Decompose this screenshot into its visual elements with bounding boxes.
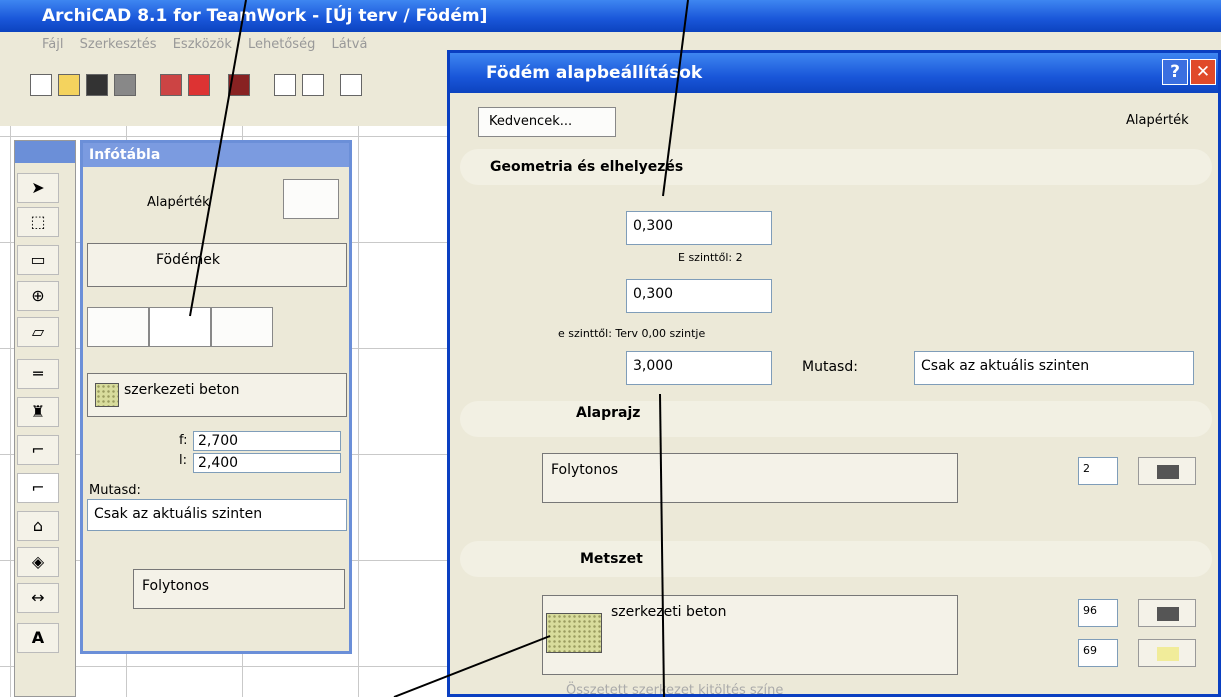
new-file-icon[interactable] [30, 74, 52, 96]
menu-options[interactable]: Lehetőség [248, 37, 315, 52]
section-title: Metszet [580, 551, 643, 567]
toolbox-panel: ➤ ⬚ ▭ ⊕ ▱ ═ ♜ ⌐ ⌐ ⌂ ◈ ↔ A [14, 140, 76, 697]
roof-tool-icon[interactable]: ⌂ [17, 511, 59, 541]
level-from-label: E szinttől: 2 [678, 251, 743, 264]
text-tool-icon[interactable]: A [17, 623, 59, 653]
default-label: Alapérték [1126, 113, 1189, 128]
geometry-title: Geometria és elhelyezés [490, 159, 684, 175]
show-select[interactable]: Csak az aktuális szinten [87, 499, 347, 531]
section-fill-swatch [546, 613, 602, 653]
section-fill-selector[interactable]: szerkezeti beton [542, 595, 958, 675]
rotated-rect-slab-button[interactable] [211, 307, 273, 347]
material-selector[interactable]: szerkezeti beton [87, 373, 347, 417]
show-select[interactable]: Csak az aktuális szinten [914, 351, 1194, 385]
cut-icon[interactable] [340, 74, 362, 96]
undo-icon[interactable] [274, 74, 296, 96]
slab-tool-icon[interactable]: ⌐ [17, 473, 59, 503]
render-icon[interactable] [160, 74, 182, 96]
show-label: Mutasd: [89, 483, 141, 498]
section-pen2-color-button[interactable] [1138, 639, 1196, 667]
menu-file[interactable]: Fájl [42, 37, 63, 52]
info-box-header: Infótábla [83, 143, 349, 167]
layer-selector[interactable]: Födémek [87, 243, 347, 287]
default-label: Alapérték [147, 195, 210, 210]
plan-title: Alaprajz [576, 405, 641, 421]
app-title: ArchiCAD 8.1 for TeamWork - [Új terv / F… [42, 6, 488, 26]
open-folder-icon[interactable] [58, 74, 80, 96]
default-row: Alapérték [87, 175, 347, 225]
rect-slab-button[interactable] [149, 307, 211, 347]
wall-tool-icon[interactable]: ▭ [17, 245, 59, 275]
show-label: Mutasd: [802, 359, 858, 375]
object-tool-icon[interactable]: ♜ [17, 397, 59, 427]
arrow-tool-icon[interactable]: ➤ [17, 173, 59, 203]
plan-line-selector[interactable]: Folytonos [542, 453, 958, 503]
section-pen1-field[interactable]: 96 [1078, 599, 1118, 627]
toolbox-header [15, 141, 75, 163]
dialog-title-bar: Födém alapbeállítások ? ✕ [450, 53, 1218, 93]
plan-pen-color-button[interactable] [1138, 457, 1196, 485]
redo-icon[interactable] [302, 74, 324, 96]
dimension-tool-icon[interactable]: ↔ [17, 583, 59, 613]
slab-settings-dialog: Födém alapbeállítások ? ✕ Kedvencek... A… [447, 50, 1221, 698]
offset-field[interactable]: 0,300 [626, 279, 772, 313]
print-icon[interactable] [114, 74, 136, 96]
material-swatch [95, 383, 119, 407]
thickness-field[interactable]: 0,300 [626, 211, 772, 245]
f-field[interactable]: 2,700 [193, 431, 341, 451]
app-title-bar: ArchiCAD 8.1 for TeamWork - [Új terv / F… [0, 0, 1221, 32]
window-tool-icon[interactable]: ═ [17, 359, 59, 389]
publish-icon[interactable] [228, 74, 250, 96]
section-pen2-field[interactable]: 69 [1078, 639, 1118, 667]
line-type-selector[interactable]: Folytonos [133, 569, 345, 609]
column-tool-icon[interactable]: ⊕ [17, 281, 59, 311]
level-ref-label[interactable]: e szinttől: Terv 0,00 szintje [558, 327, 705, 340]
menu-tools[interactable]: Eszközök [173, 37, 232, 52]
favorites-button[interactable]: Kedvencek... [478, 107, 616, 137]
info-box-title: Infótábla [89, 147, 161, 163]
section-section-header[interactable]: Metszet [460, 541, 1212, 577]
polygon-slab-button[interactable] [87, 307, 149, 347]
dialog-title: Födém alapbeállítások [486, 63, 703, 83]
plan-section-header[interactable]: Alaprajz [460, 401, 1212, 437]
info-box-panel: Infótábla Alapérték Födémek szerkezeti b… [80, 140, 352, 654]
section-pen1-color-button[interactable] [1138, 599, 1196, 627]
plan-pen-field[interactable]: 2 [1078, 457, 1118, 485]
help-icon[interactable]: ? [1162, 59, 1188, 85]
save-icon[interactable] [86, 74, 108, 96]
l-field[interactable]: 2,400 [193, 453, 341, 473]
close-icon[interactable]: ✕ [1190, 59, 1216, 85]
beam-tool-icon[interactable]: ▱ [17, 317, 59, 347]
height-field[interactable]: 3,000 [626, 351, 772, 385]
pen-tool-icon[interactable] [188, 74, 210, 96]
f-label: f: [179, 433, 188, 448]
geometry-section-header[interactable]: Geometria és elhelyezés [460, 149, 1212, 185]
stair-tool-icon[interactable]: ⌐ [17, 435, 59, 465]
mesh-tool-icon[interactable]: ◈ [17, 547, 59, 577]
composite-checkbox-label[interactable]: Összetett szerkezet kitöltés színe [566, 683, 783, 698]
menu-view[interactable]: Látvá [331, 37, 367, 52]
marquee-tool-icon[interactable]: ⬚ [17, 207, 59, 237]
slab-geometry-button[interactable] [283, 179, 339, 219]
l-label: l: [179, 453, 187, 468]
menu-edit[interactable]: Szerkesztés [80, 37, 157, 52]
